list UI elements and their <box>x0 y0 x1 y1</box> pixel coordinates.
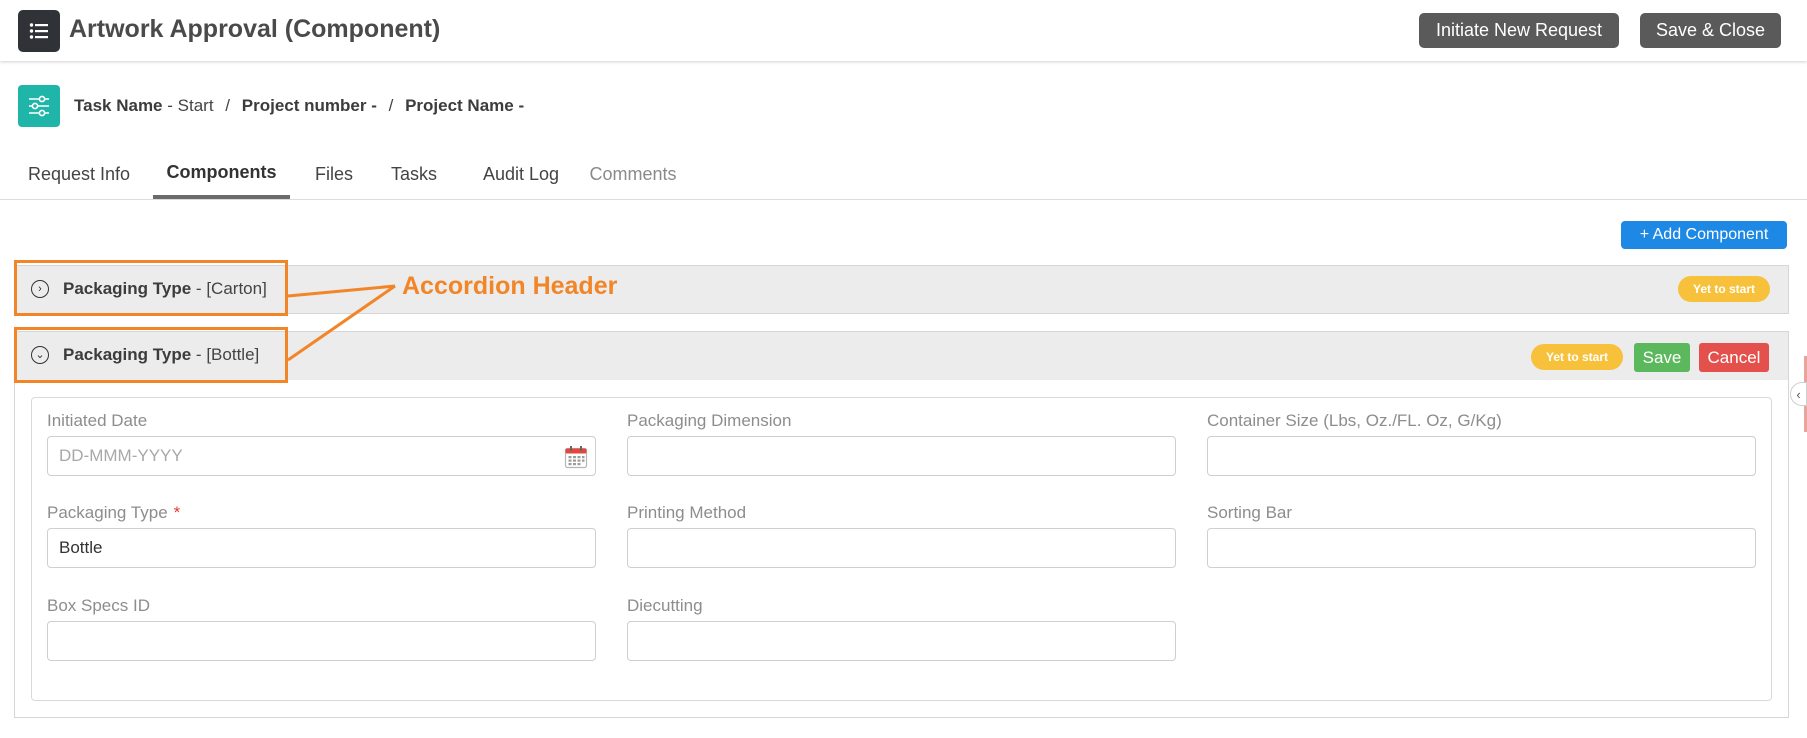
annotation-label: Accordion Header <box>402 272 618 300</box>
annotation-connector-lines <box>287 284 396 362</box>
